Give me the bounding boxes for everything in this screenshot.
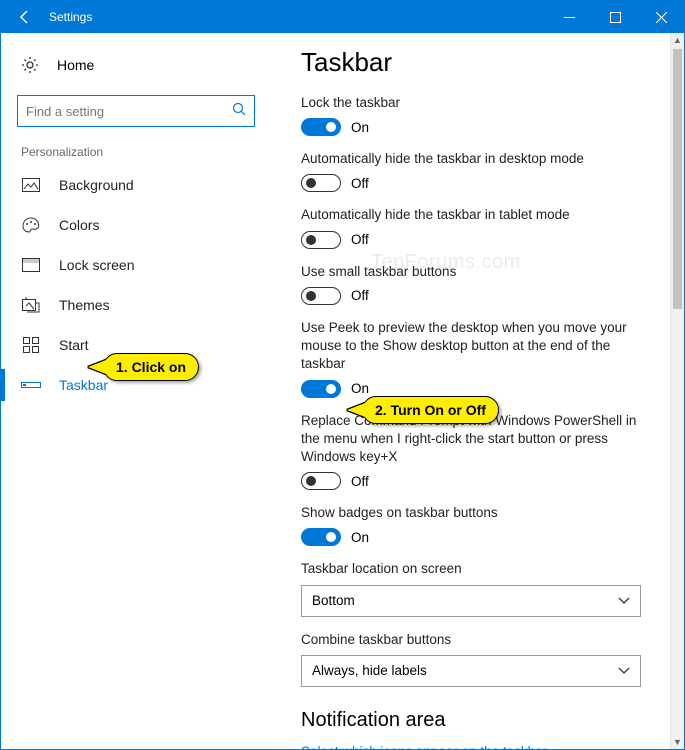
nav-label: Colors [59,217,99,233]
toggle-state: On [351,530,369,545]
chevron-down-icon [618,593,630,608]
window-title: Settings [49,10,92,24]
home-nav[interactable]: Home [1,45,271,85]
nav-label: Themes [59,297,110,313]
nav-label: Taskbar [59,377,108,393]
chevron-down-icon [618,663,630,678]
combine-buttons-label: Combine taskbar buttons [301,631,654,649]
taskbar-location-select[interactable]: Bottom [301,585,641,617]
link-select-icons[interactable]: Select which icons appear on the taskbar [301,744,654,749]
scrollbar-thumb[interactable] [673,49,682,309]
settings-gear-icon [21,56,39,74]
maximize-button[interactable] [592,1,638,33]
taskbar-location-label: Taskbar location on screen [301,560,654,578]
search-icon [232,102,246,121]
minimize-icon [564,12,575,23]
setting-label: Use small taskbar buttons [301,263,654,281]
sidebar-item-themes[interactable]: Themes [1,285,271,325]
scrollbar[interactable]: ▲ ▼ [670,33,684,749]
toggle-switch-1[interactable] [301,174,341,192]
close-icon [656,12,667,23]
toggle-state: On [351,120,369,135]
select-value: Bottom [312,593,355,608]
sidebar: Home Personalization Background Colors L… [1,33,271,749]
palette-icon [21,217,41,233]
page-title: Taskbar [301,47,654,78]
setting-label: Show badges on taskbar buttons [301,504,654,522]
combine-buttons-select[interactable]: Always, hide labels [301,655,641,687]
back-button[interactable] [1,1,49,33]
select-value: Always, hide labels [312,663,427,678]
toggle-state: Off [351,288,369,303]
setting-label: Lock the taskbar [301,94,654,112]
notification-area-heading: Notification area [301,709,654,732]
toggle-switch-2[interactable] [301,231,341,249]
start-icon [21,337,41,353]
setting-label: Automatically hide the taskbar in tablet… [301,206,654,224]
nav-label: Background [59,177,134,193]
sidebar-group-label: Personalization [1,137,271,165]
search-box[interactable] [17,95,255,127]
sidebar-item-background[interactable]: Background [1,165,271,205]
scroll-down-arrow[interactable]: ▼ [671,735,684,749]
main-panel: Taskbar Lock the taskbar On Automatically … [271,33,684,749]
toggle-switch-6[interactable] [301,528,341,546]
annotation-callout-2: 2. Turn On or Off [362,396,499,424]
scroll-up-arrow[interactable]: ▲ [671,33,684,47]
toggle-switch-0[interactable] [301,118,341,136]
annotation-callout-1: 1. Click on [103,353,199,381]
nav-label: Lock screen [59,257,134,273]
lock-screen-icon [21,258,41,272]
home-label: Home [57,57,94,73]
toggle-state: On [351,381,369,396]
taskbar-icon [21,380,41,390]
nav-label: Start [59,337,89,353]
toggle-switch-3[interactable] [301,287,341,305]
sidebar-item-lock-screen[interactable]: Lock screen [1,245,271,285]
maximize-icon [610,12,621,23]
search-input[interactable] [26,104,232,119]
sidebar-item-colors[interactable]: Colors [1,205,271,245]
minimize-button[interactable] [546,1,592,33]
themes-icon [21,297,41,313]
toggle-switch-5[interactable] [301,472,341,490]
toggle-state: Off [351,474,369,489]
close-button[interactable] [638,1,684,33]
toggle-switch-4[interactable] [301,380,341,398]
toggle-state: Off [351,176,369,191]
setting-label: Automatically hide the taskbar in deskto… [301,150,654,168]
setting-label: Use Peek to preview the desktop when you… [301,319,654,374]
arrow-left-icon [17,9,33,25]
titlebar: Settings [1,1,684,33]
toggle-state: Off [351,232,369,247]
picture-icon [21,178,41,192]
